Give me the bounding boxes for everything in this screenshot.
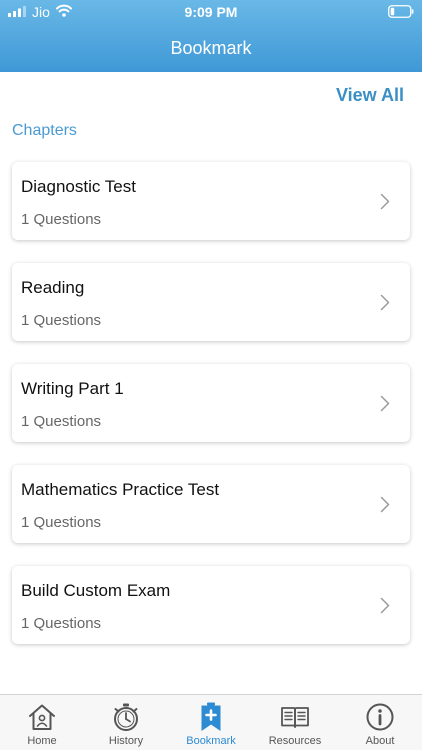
chevron-right-icon bbox=[380, 496, 390, 513]
chapter-question-count: 1 Questions bbox=[21, 413, 102, 430]
tab-resources[interactable]: Resources bbox=[253, 695, 337, 751]
chapter-card-reading[interactable]: Reading 1 Questions bbox=[12, 263, 410, 341]
tab-label: Home bbox=[27, 735, 57, 747]
book-icon bbox=[281, 707, 309, 728]
chapter-card-diagnostic-test[interactable]: Diagnostic Test 1 Questions bbox=[12, 162, 410, 240]
tab-label: About bbox=[365, 735, 395, 747]
status-bar: Jio 9:09 PM bbox=[0, 0, 422, 24]
status-time: 9:09 PM bbox=[184, 4, 238, 20]
tab-history[interactable]: History bbox=[84, 695, 168, 751]
chapter-card-build-custom-exam[interactable]: Build Custom Exam 1 Questions bbox=[12, 566, 410, 644]
tab-bookmark[interactable]: Bookmark bbox=[169, 695, 253, 751]
tab-label: Bookmark bbox=[186, 735, 236, 747]
chapter-title: Reading bbox=[21, 278, 85, 297]
bookmark-icon bbox=[201, 702, 221, 731]
header-bar: Jio 9:09 PM Bookmark bbox=[0, 0, 422, 72]
chapter-question-count: 1 Questions bbox=[21, 514, 102, 531]
tab-label: History bbox=[108, 735, 144, 747]
chapter-question-count: 1 Questions bbox=[21, 312, 102, 329]
chevron-right-icon bbox=[380, 294, 390, 311]
section-title: Chapters bbox=[12, 122, 77, 139]
battery-icon bbox=[388, 5, 414, 18]
chevron-right-icon bbox=[380, 395, 390, 412]
chapter-title: Diagnostic Test bbox=[21, 177, 136, 196]
chevron-right-icon bbox=[380, 193, 390, 210]
chapter-list: Diagnostic Test 1 Questions Reading 1 Qu… bbox=[12, 162, 410, 667]
chapter-title: Build Custom Exam bbox=[21, 581, 171, 600]
chapter-card-mathematics-practice-test[interactable]: Mathematics Practice Test 1 Questions bbox=[12, 465, 410, 543]
view-all-link[interactable]: View All bbox=[336, 84, 404, 106]
chapter-title: Mathematics Practice Test bbox=[21, 480, 220, 499]
chapter-question-count: 1 Questions bbox=[21, 211, 102, 228]
tab-label: Resources bbox=[268, 735, 322, 747]
home-icon bbox=[29, 704, 55, 730]
chapter-title: Writing Part 1 bbox=[21, 379, 124, 398]
stopwatch-icon bbox=[114, 703, 138, 731]
info-icon bbox=[366, 703, 394, 731]
tab-home[interactable]: Home bbox=[0, 695, 84, 751]
page-title: Bookmark bbox=[170, 38, 252, 58]
chapter-card-writing-part-1[interactable]: Writing Part 1 1 Questions bbox=[12, 364, 410, 442]
chapter-question-count: 1 Questions bbox=[21, 615, 102, 632]
chevron-right-icon bbox=[380, 597, 390, 614]
tab-bar: Home History Bookmark Resources About bbox=[0, 694, 422, 750]
tab-about[interactable]: About bbox=[338, 695, 422, 751]
